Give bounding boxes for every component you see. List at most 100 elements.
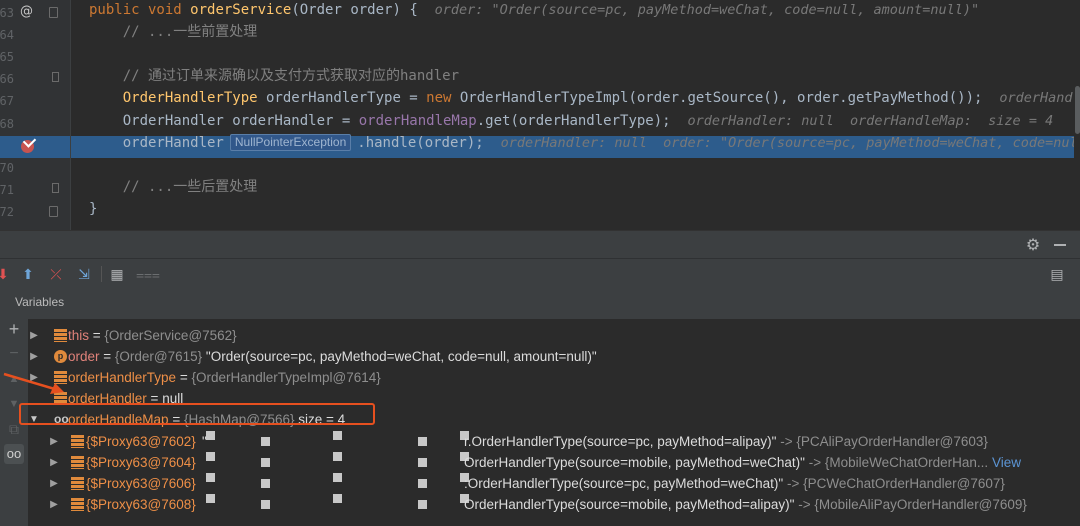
redacted-block [418,499,427,509]
inline-debug-value: order: "Order(source=pc, payMethod=weCha… [434,2,980,18]
map-entry-value: OrderHandlerType(source=mobile, payMetho… [464,452,1021,473]
redacted-block [261,436,270,446]
field-icon [71,476,84,490]
inline-debug-value: orderHandler: null orderHandleMap: size … [687,112,1054,129]
redacted-block [333,430,342,440]
map-entry-arrow: -> [794,496,815,512]
line-number: 68 [0,116,14,131]
chevron-right-icon[interactable]: ▶ [48,473,60,494]
map-entry-value: :OrderHandlerType(source=pc, payMethod=w… [464,473,1005,494]
view-link[interactable]: View [988,455,1021,470]
map-entry-arrow: -> [776,433,797,449]
redacted-block [418,457,427,467]
code-token: .get(orderHandlerType); [476,112,688,129]
map-entry-type-text: r.OrderHandlerType(source=pc, payMethod=… [464,433,777,449]
map-entry-row[interactable]: ▶ {$Proxy63@7606}:OrderHandlerType(source… [28,472,1078,494]
variable-equals: = [99,349,115,365]
redacted-block [206,430,215,440]
line-number: 64 [0,28,14,43]
debug-panel: ⚙ ⬇ ⬆ ⤫ ⇲ ▦ ⩶ ▤ Variables + − ▲ ▼ ⧉ oo ▶… [0,230,1080,526]
chevron-right-icon[interactable]: ▶ [48,452,60,473]
variable-type: {OrderHandlerTypeImpl@7614} [191,370,381,386]
chevron-right-icon[interactable]: ▶ [28,346,40,367]
code-token: (Order order) { [291,2,435,18]
exception-badge[interactable]: NullPointerException [229,133,352,151]
code-line[interactable]: } [89,198,97,220]
code-line[interactable]: // 通过订单来源确以及支付方式获取对应的handler [89,65,459,87]
map-entry-target: {PCWeChatOrderHandler@7607} [803,475,1005,491]
map-entry-type-text: OrderHandlerType(source=mobile, payMetho… [464,496,795,512]
map-entry-target: {PCAliPayOrderHandler@7603} [796,433,988,449]
line-number: 72 [0,204,14,219]
code-line[interactable]: // ...一些后置处理 [89,176,258,198]
variable-name: this [68,328,90,343]
code-token: // 通过订单来源确以及支付方式获取对应的handler [89,68,460,85]
annotation-highlight-box [19,403,375,425]
code-line[interactable]: // ...一些前置处理 [89,21,258,43]
map-entry-value: r.OrderHandlerType(source=pc, payMethod=… [464,431,988,452]
map-entry-row[interactable]: ▶ {$Proxy63@7608} OrderHandlerType(source=… [28,493,1078,515]
chevron-right-icon[interactable]: ▶ [48,431,60,452]
code-line[interactable]: public void orderService(Order order) { … [89,0,979,21]
variable-type: {OrderService@7562} [104,328,237,343]
variable-name: order [68,349,100,365]
chevron-right-icon[interactable]: ▶ [28,325,40,346]
redacted-block [333,451,342,461]
variables-title: Variables [15,295,65,309]
code-token: .handle(order); [357,134,501,151]
code-editor[interactable]: 63646566676869707172 @ public void order… [0,0,1080,230]
map-entry-key: {$Proxy63@7604} [86,454,196,470]
run-to-cursor-icon[interactable]: ⇲ [75,265,93,283]
variable-text: orderHandlerType = {OrderHandlerTypeImpl… [68,367,381,388]
map-entry-target: {MobileWeChatOrderHan... [824,454,989,470]
map-entry-type-text: :OrderHandlerType(source=pc, payMethod=w… [464,475,784,491]
variables-header [0,289,1080,319]
inline-debug-value: orderHandler: null order: "Order(source=… [500,134,1080,151]
code-token: OrderHandlerType [89,90,258,107]
redacted-block [261,457,270,467]
code-line[interactable]: OrderHandler orderHandler = orderHandleM… [89,110,1054,132]
redacted-block [333,472,342,482]
drop-frame-icon[interactable]: ⤫ [47,265,65,283]
variable-row[interactable]: ▶ p order = {Order@7615} "Order(source=pc,… [28,346,1068,367]
redacted-block [206,472,215,482]
gutter-separator [70,0,71,230]
remove-icon[interactable]: − [4,344,24,364]
layout-icon[interactable]: ▤ [1048,265,1066,283]
map-entry-row[interactable]: ▶ {$Proxy63@7604} OrderHandlerType(source=… [28,451,1078,473]
evaluate-expression-icon[interactable]: ▦ [108,265,126,283]
trace-icon[interactable]: ⩶ [136,265,160,283]
toolbar-separator [101,266,102,282]
step-into-icon[interactable]: ⬇ [0,265,12,283]
code-line[interactable]: OrderHandlerType orderHandlerType = new … [89,87,1073,109]
map-entry-row[interactable]: ▶ {$Proxy63@7602} " r.OrderHandlerType(sou… [28,430,1078,452]
variable-row[interactable]: ▶ orderHandlerType = {OrderHandlerTypeImp… [28,367,1068,388]
step-out-icon[interactable]: ⬆ [19,265,37,283]
redacted-block [418,436,427,446]
field-icon [54,329,67,342]
map-entry-key: {$Proxy63@7608} [86,496,196,512]
override-at-icon[interactable]: @ [20,5,34,19]
annotation-arrow [3,372,64,394]
line-gutter[interactable]: 63646566676869707172 [0,0,70,230]
code-token: } [89,200,98,217]
code-token: orderHandler [89,134,224,151]
fold-icon-start[interactable] [49,7,58,18]
code-token: OrderHandlerTypeImpl(order.getSource(), … [459,90,1000,107]
fold-icon-line [52,183,59,193]
gear-icon[interactable]: ⚙ [1024,236,1042,254]
variable-row[interactable]: ▶ this = {OrderService@7562} [28,325,1068,346]
code-token: orderHandlerType = [257,90,427,107]
line-number: 71 [0,182,14,197]
debug-panel-header: ⚙ [0,230,1080,259]
editor-scrollbar-thumb[interactable] [1075,86,1080,134]
chevron-right-icon[interactable]: ▶ [48,494,60,515]
code-line[interactable]: orderHandler NullPointerException .handle(… [89,132,1080,154]
map-entry-arrow: -> [783,475,804,491]
minimize-icon[interactable] [1054,244,1066,246]
watches-toggle-icon[interactable]: oo [4,444,24,464]
fold-icon-end[interactable] [49,206,58,217]
add-icon[interactable]: + [4,319,24,339]
inline-debug-value: orderHand [999,90,1073,107]
map-entry-target: {MobileAliPayOrderHandler@7609} [814,496,1027,512]
